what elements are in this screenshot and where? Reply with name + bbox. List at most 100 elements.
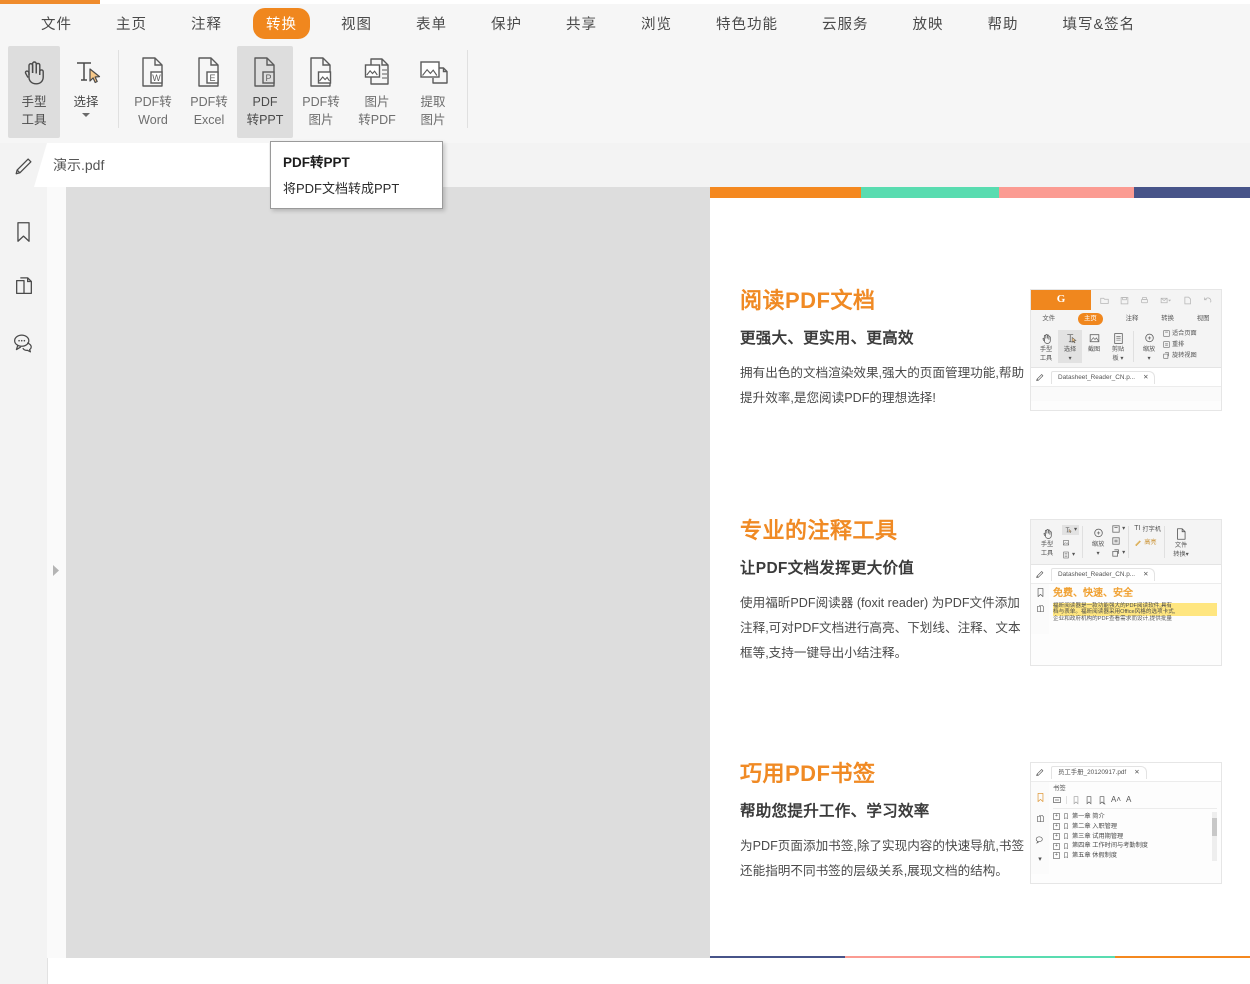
image-to-pdf-button[interactable]: 图片 转PDF (349, 46, 405, 138)
tab-help[interactable]: 帮助 (975, 8, 1032, 39)
mini-file-tab-name: Datasheet_Reader_CN.p... (1058, 374, 1135, 382)
mini-bookmark-icon (1036, 587, 1045, 598)
mini-text-select-row: ▾ (1062, 525, 1079, 535)
mini-view-options: 适合页面 重排 旋转视图 (1161, 330, 1197, 359)
mini-vertical-separator (1082, 526, 1083, 558)
section-body: 为PDF页面添加书签,除了实现内容的快速导航,书签还能指明不同书签的层级关系,展… (740, 834, 1030, 884)
mini-hand-tool: 手型 工具 (1034, 330, 1058, 363)
mini-fit-page-option: 适合页面 (1163, 330, 1197, 338)
tab-view[interactable]: 视图 (328, 8, 385, 39)
tab-file[interactable]: 文件 (28, 8, 85, 39)
file-image-icon (306, 52, 336, 92)
section-body: 拥有出色的文档渲染效果,强大的页面管理功能,帮助提升效率,是您阅读PDF的理想选… (740, 361, 1030, 411)
mini-bookmark-list: + 第一章 简介 + 第二章 入职管理 (1053, 812, 1210, 861)
section-heading: 巧用PDF书签 (740, 756, 1030, 788)
tab-protect[interactable]: 保护 (478, 8, 535, 39)
mini-file-tab: 员工手册_20120917.pdf ✕ (1051, 766, 1147, 779)
comments-panel-button[interactable] (5, 323, 43, 361)
document-viewport[interactable]: 阅读PDF文档 更强大、更实用、更高效 拥有出色的文档渲染效果,强大的页面管理功… (66, 187, 1250, 958)
mini-zoom-tool: 缩放 ▾ (1137, 330, 1161, 363)
mini-reflow-row (1112, 537, 1125, 545)
tab-features[interactable]: 特色功能 (703, 8, 791, 39)
section-screenshot: 手型 工具 ▾ (1030, 513, 1222, 666)
mini-clipboard-label-1: 剪贴 (1112, 346, 1124, 354)
tab-browse[interactable]: 浏览 (628, 8, 685, 39)
bookmark-panel-button[interactable] (5, 213, 43, 251)
tab-convert[interactable]: 转换 (253, 8, 310, 39)
expand-panel-button[interactable] (49, 562, 63, 578)
mini-close-icon: ✕ (1143, 374, 1148, 382)
mini-bookmark-item-icon (1063, 852, 1069, 859)
mini-zoom-label: 缩放 (1092, 541, 1104, 549)
mini-ribbon-body: 手型 工具 选择 ▾ 截图 (1031, 327, 1221, 368)
pdf-page: 阅读PDF文档 更强大、更实用、更高效 拥有出色的文档渲染效果,强大的页面管理功… (710, 187, 1250, 958)
mini-close-icon: ✕ (1143, 571, 1148, 579)
file-excel-icon: E (194, 52, 224, 92)
hand-tool-button[interactable]: 手型 工具 (8, 46, 60, 138)
mini-filler (1031, 387, 1221, 401)
file-powerpoint-icon: P (250, 52, 280, 92)
mini-pencil-icon (1035, 767, 1045, 777)
pdf-to-word-button[interactable]: W PDF转 Word (125, 46, 181, 138)
tab-comment[interactable]: 注释 (178, 8, 235, 39)
document-tab-filename: 演示.pdf (53, 155, 104, 175)
print-icon (1140, 296, 1149, 305)
section-annotation-tools: 专业的注释工具 让PDF文档发挥更大价值 使用福昕PDF阅读器 (foxit r… (710, 411, 1250, 666)
mini-bookmark-toolbar: A˄ A (1053, 795, 1217, 809)
mini-pages-icon (1036, 604, 1045, 614)
tooltip-popup: PDF转PPT 将PDF文档转成PPT (270, 141, 443, 209)
mini-highlight-option: 高亮 (1134, 539, 1161, 547)
mini-doc-heading: 免费、快速、安全 (1053, 588, 1217, 601)
mini-reflow-option: 重排 (1163, 341, 1197, 349)
reader-home-ribbon-screenshot: G 文件 (1030, 289, 1222, 411)
mini-tab-convert: 转换 (1161, 315, 1174, 323)
select-tool-button[interactable]: 选择 (60, 46, 112, 138)
pdf-to-excel-button[interactable]: E PDF转 Excel (181, 46, 237, 138)
extract-image-label-2: 图片 (420, 113, 445, 128)
extract-image-button[interactable]: 提取 图片 (405, 46, 461, 138)
hand-icon (18, 52, 50, 92)
colorbar-seg-teal (861, 187, 999, 198)
mini-bookmark-panel: 书签 A˄ A (1049, 782, 1221, 874)
mini-collapse-icon (1053, 796, 1061, 804)
mini-bookmark-row: + 第二章 入职管理 (1053, 822, 1210, 832)
mini-zoom-tool: 缩放 ▾ (1086, 525, 1110, 558)
save-icon (1120, 296, 1129, 305)
mini-edit-bookmark-icon (1085, 796, 1093, 805)
mini-tab-view: 视图 (1197, 315, 1210, 323)
section-text: 阅读PDF文档 更强大、更实用、更高效 拥有出色的文档渲染效果,强大的页面管理功… (740, 283, 1030, 411)
mini-panel-scrollbar[interactable] (1212, 812, 1217, 861)
tab-share[interactable]: 共享 (553, 8, 610, 39)
mini-expand-icon: + (1053, 843, 1060, 850)
tab-form[interactable]: 表单 (403, 8, 460, 39)
mini-file-tab-row: Datasheet_Reader_CN.p... ✕ (1031, 368, 1221, 387)
document-tab-active[interactable]: 演示.pdf (47, 143, 269, 187)
mini-select-tool: 选择 ▾ (1058, 330, 1082, 363)
tooltip-title: PDF转PPT (283, 151, 431, 171)
tab-present[interactable]: 放映 (900, 8, 957, 39)
tab-fill-sign[interactable]: 填写&签名 (1050, 8, 1149, 39)
extract-image-label-1: 提取 (420, 95, 445, 110)
tab-cloud[interactable]: 云服务 (809, 8, 882, 39)
mini-doc-line-3: 企业和政府机构的PDF查看需求而设计,提供批量 (1053, 616, 1217, 623)
mini-pencil-icon (1035, 569, 1045, 579)
mini-bookmark-row: + 第三章 试用期管理 (1053, 832, 1210, 842)
image-to-pdf-label-2: 转PDF (358, 113, 396, 128)
page-thumbnails-panel-button[interactable] (5, 268, 43, 306)
mini-file-tab-name: 员工手册_20120917.pdf (1058, 769, 1126, 777)
mini-pencil-icon (1035, 372, 1045, 382)
mini-rotate-view-option: 旋转视图 (1163, 352, 1197, 360)
mini-side-rail: ▾ (1031, 782, 1049, 874)
pdf-to-image-label-1: PDF转 (302, 95, 340, 110)
pdf-to-ppt-button[interactable]: P PDF 转PPT (237, 46, 293, 138)
mini-doc-content: 免费、快速、安全 福昕阅读器是一款功能强大的PDF阅读软件,具有 档与表单。福昕… (1049, 584, 1221, 634)
mini-select-stack: ▾ ▾ (1059, 525, 1079, 559)
mini-select-caret: ▾ (1068, 355, 1071, 363)
pdf-to-image-button[interactable]: PDF转 图片 (293, 46, 349, 138)
colorbar-seg-orange (710, 187, 861, 198)
select-tool-chevron-down-icon[interactable] (82, 113, 90, 117)
mini-bookmark-item-icon (1063, 833, 1069, 840)
document-tab-bar: 演示.pdf (0, 143, 1250, 188)
tab-home[interactable]: 主页 (103, 8, 160, 39)
mini-file-tab: Datasheet_Reader_CN.p... ✕ (1051, 568, 1155, 581)
